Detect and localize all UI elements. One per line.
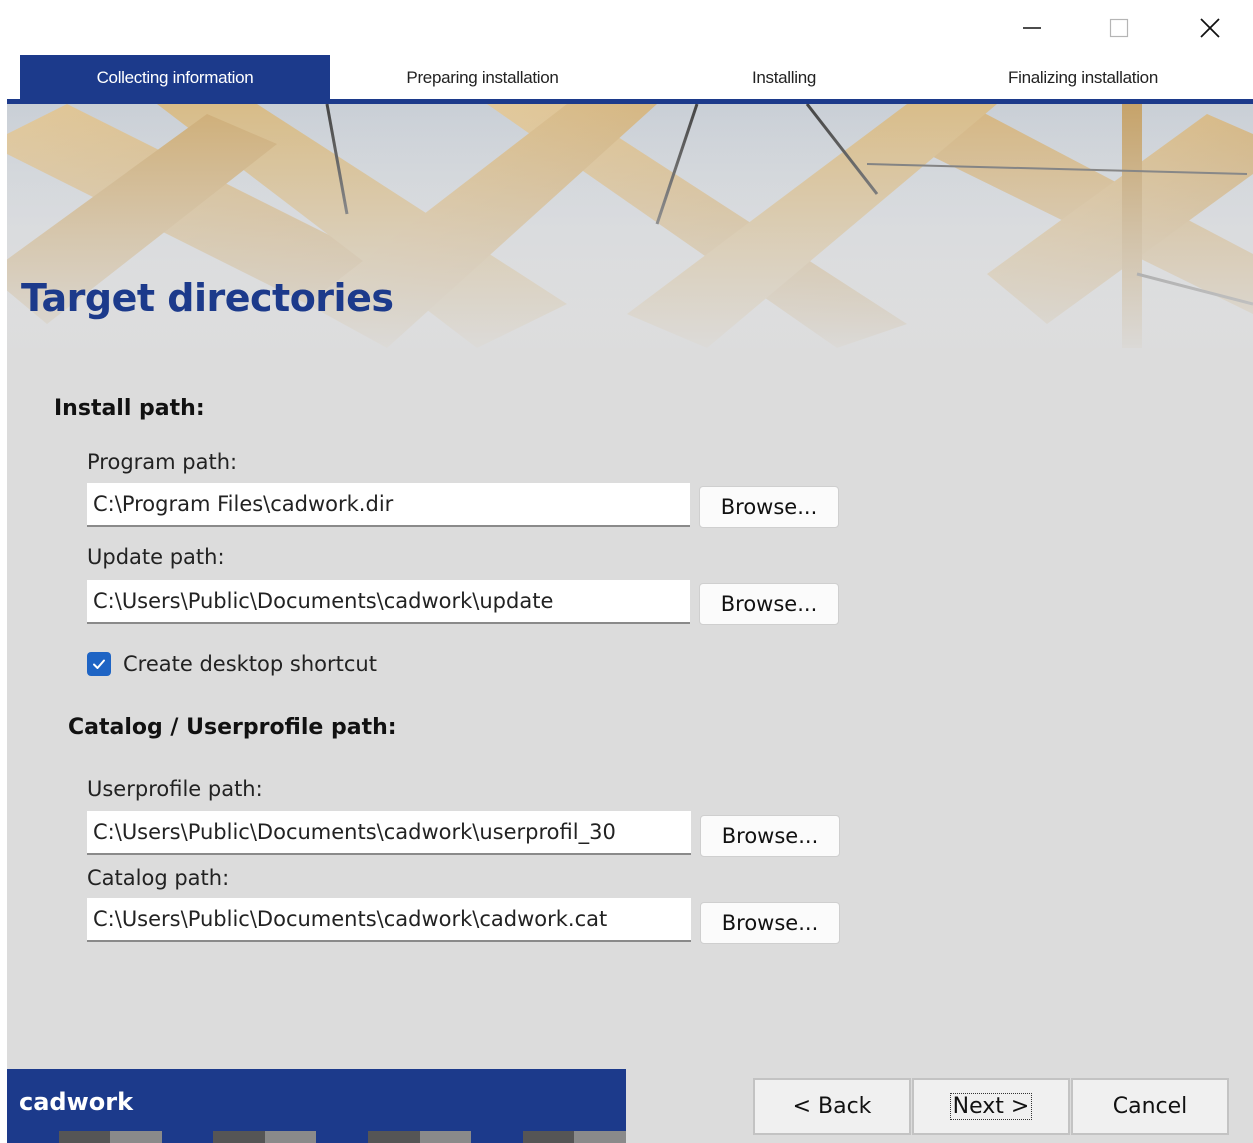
update-path-browse-button[interactable]: Browse... xyxy=(699,583,839,625)
catalog-userprofile-heading: Catalog / Userprofile path: xyxy=(68,715,397,740)
brand-label: cadwork xyxy=(19,1088,134,1116)
brand-stripe xyxy=(7,1131,626,1143)
page-title: Target directories xyxy=(21,276,394,320)
userprofile-path-label: Userprofile path: xyxy=(87,777,263,801)
steps-bar: Collecting information Preparing install… xyxy=(7,55,1253,100)
maximize-icon xyxy=(1109,18,1129,38)
next-button[interactable]: Next > xyxy=(912,1078,1070,1135)
program-path-label: Program path: xyxy=(87,450,238,474)
close-button[interactable] xyxy=(1187,6,1233,50)
back-button[interactable]: < Back xyxy=(753,1078,911,1135)
catalog-path-input[interactable] xyxy=(87,898,691,942)
install-path-heading: Install path: xyxy=(54,396,205,421)
next-button-label: Next > xyxy=(949,1093,1033,1120)
program-path-input[interactable] xyxy=(87,483,690,527)
cancel-button[interactable]: Cancel xyxy=(1071,1078,1229,1135)
desktop-shortcut-option[interactable]: Create desktop shortcut xyxy=(87,649,377,679)
update-path-label: Update path: xyxy=(87,545,225,569)
step-finalizing-installation: Finalizing installation xyxy=(1008,67,1158,87)
program-path-browse-button[interactable]: Browse... xyxy=(699,486,839,528)
step-installing: Installing xyxy=(751,67,817,87)
maximize-button[interactable] xyxy=(1096,6,1142,50)
installer-window: Collecting information Preparing install… xyxy=(7,0,1253,1143)
step-collecting-information: Collecting information xyxy=(20,55,330,100)
check-icon xyxy=(93,659,105,669)
update-path-input[interactable] xyxy=(87,580,690,624)
desktop-shortcut-label: Create desktop shortcut xyxy=(123,652,377,676)
catalog-path-label: Catalog path: xyxy=(87,866,230,890)
userprofile-path-browse-button[interactable]: Browse... xyxy=(700,815,840,857)
title-bar xyxy=(7,0,1253,55)
desktop-shortcut-checkbox[interactable] xyxy=(87,652,111,676)
minimize-button[interactable] xyxy=(1009,6,1055,50)
step-preparing-installation: Preparing installation xyxy=(406,67,559,87)
catalog-path-browse-button[interactable]: Browse... xyxy=(700,902,840,944)
header-banner: Target directories xyxy=(7,104,1253,348)
userprofile-path-input[interactable] xyxy=(87,811,691,855)
minimize-icon xyxy=(1023,27,1041,29)
close-icon xyxy=(1200,18,1220,38)
